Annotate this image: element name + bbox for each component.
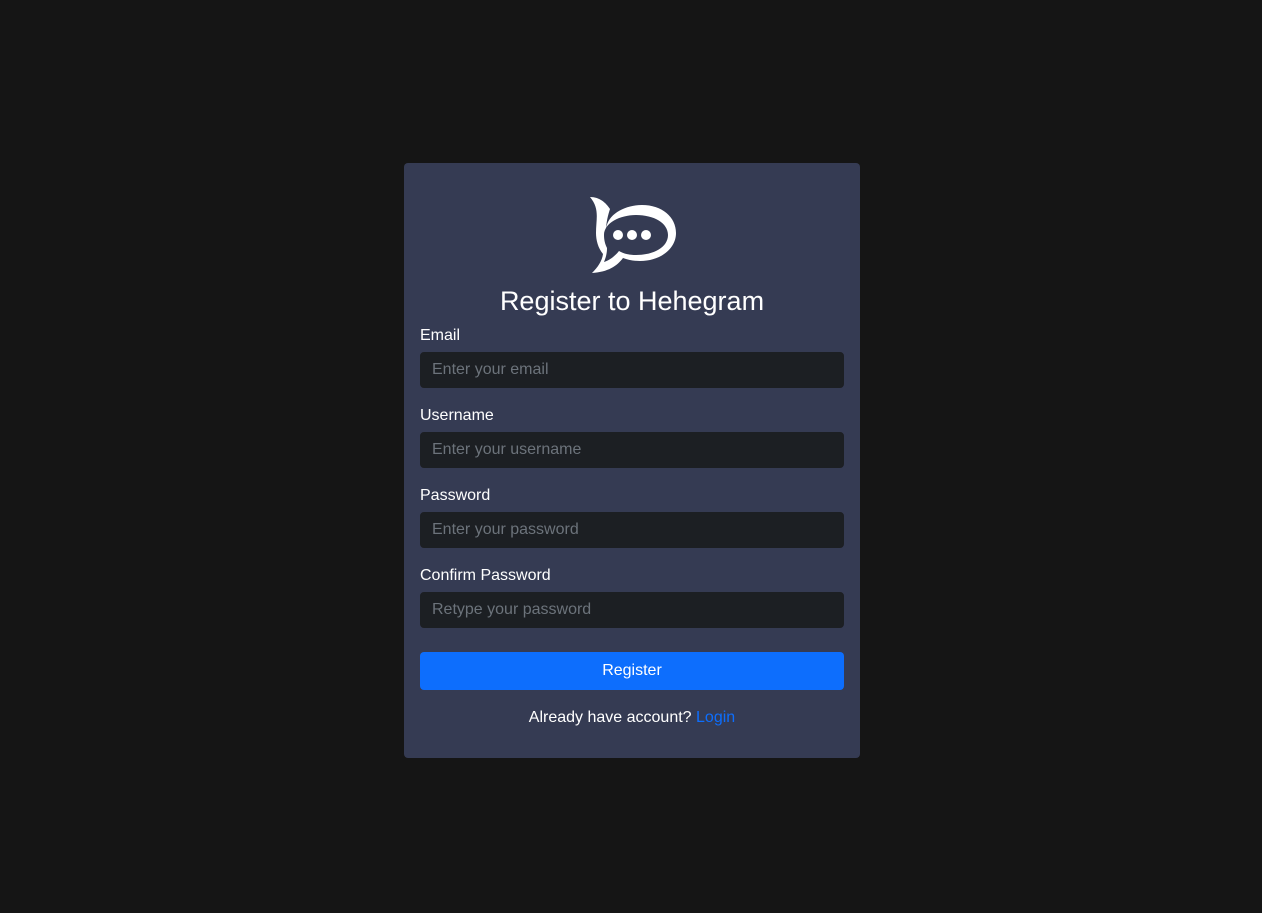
confirm-password-field[interactable] xyxy=(420,592,844,628)
register-button[interactable]: Register xyxy=(420,652,844,690)
page-title: Register to Hehegram xyxy=(499,286,765,316)
username-label: Username xyxy=(420,407,494,424)
chat-bubble-icon xyxy=(584,193,680,277)
password-field[interactable] xyxy=(420,512,844,548)
login-prompt-text: Already have account? xyxy=(528,709,692,726)
email-label: Email xyxy=(420,327,461,344)
email-field[interactable] xyxy=(420,352,844,388)
confirm-password-label: Confirm Password xyxy=(420,567,551,584)
register-card: Register to Hehegram Email Username Pass… xyxy=(404,163,860,758)
username-field[interactable] xyxy=(420,432,844,468)
login-link[interactable]: Login xyxy=(696,709,735,726)
password-label: Password xyxy=(420,487,491,504)
login-prompt: Already have account? Login xyxy=(404,708,860,728)
